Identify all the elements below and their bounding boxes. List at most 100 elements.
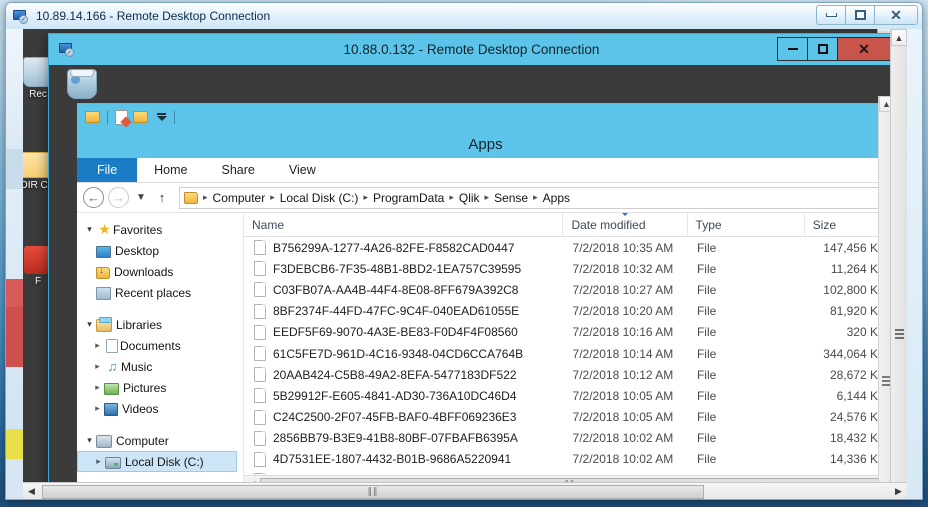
file-list[interactable]: B756299A-1277-4A26-82FE-F8582CAD0447 7/2/…	[244, 237, 894, 492]
scrollbar-grip-icon[interactable]	[895, 329, 904, 341]
computer-icon	[96, 434, 112, 448]
table-row[interactable]: 20AAB424-C5B8-49A2-8EFA-5477183DF522 7/2/…	[244, 364, 894, 385]
new-folder-icon[interactable]	[133, 111, 148, 123]
tab-file[interactable]: File	[77, 158, 138, 182]
table-row[interactable]: EEDF5F69-9070-4A3E-BE83-F0D4F4F08560 7/2/…	[244, 322, 894, 343]
table-row[interactable]: B756299A-1277-4A26-82FE-F8582CAD0447 7/2/…	[244, 237, 894, 258]
expand-twisty-icon[interactable]: ▸	[91, 403, 104, 414]
sidebar-item-pictures[interactable]: ▸ Pictures	[77, 377, 243, 398]
sidebar-item-music[interactable]: ▸ ♫ Music	[77, 356, 243, 377]
table-row[interactable]: C03FB07A-AA4B-44F4-8E08-8FF679A392C8 7/2/…	[244, 279, 894, 300]
breadcrumb-item-local-disk[interactable]: Local Disk (C:)	[277, 191, 362, 205]
breadcrumb[interactable]: ▸ Computer ▸ Local Disk (C:) ▸ ProgramDa…	[179, 186, 888, 209]
file-icon	[254, 282, 266, 298]
file-date-modified: 7/2/2018 10:05 AM	[572, 388, 674, 403]
folder-icon[interactable]	[85, 111, 100, 123]
scroll-up-arrow-icon[interactable]: ▲	[891, 29, 907, 46]
chevron-down-icon[interactable]	[156, 113, 167, 121]
disk-icon	[105, 456, 121, 469]
expand-twisty-icon[interactable]: ▸	[91, 382, 104, 393]
sidebar-item-favorites[interactable]: ▾ ★ Favorites	[77, 219, 243, 240]
tab-view[interactable]: View	[272, 158, 333, 182]
sidebar-item-downloads[interactable]: Downloads	[77, 261, 243, 282]
breadcrumb-item-qlik[interactable]: Qlik	[456, 191, 483, 205]
file-date-modified: 7/2/2018 10:02 AM	[572, 431, 674, 446]
outer-remote-desktop-window[interactable]: ✓ 10.89.14.166 - Remote Desktop Connecti…	[5, 2, 923, 500]
host-desktop-sliver	[6, 29, 23, 499]
inner-remote-session-canvas[interactable]: Apps File Home Share View ← → ▼ ↑ ▸ Comp…	[49, 65, 894, 494]
column-header-type[interactable]: Type	[688, 213, 805, 236]
table-row[interactable]: 5B29912F-E605-4841-AD30-736A10DC46D4 7/2/…	[244, 385, 894, 406]
scrollbar-track[interactable]: ∥∥	[40, 484, 890, 499]
file-list-pane[interactable]: Name Date modified Type Size B756299A-12…	[244, 213, 894, 492]
sidebar-item-label: Libraries	[116, 317, 163, 332]
expand-twisty-icon[interactable]: ▾	[83, 319, 96, 330]
back-arrow-icon[interactable]: ←	[83, 187, 104, 208]
sidebar-item-local-disk[interactable]: ▸ Local Disk (C:)	[77, 451, 237, 472]
breadcrumb-item-programdata[interactable]: ProgramData	[370, 191, 447, 205]
column-header-row[interactable]: Name Date modified Type Size	[244, 213, 894, 237]
file-type: File	[696, 410, 717, 425]
sidebar-item-libraries[interactable]: ▾ Libraries	[77, 314, 243, 335]
file-name: C24C2500-2F07-45FB-BAF0-4BFF069236E3	[273, 410, 517, 425]
scrollbar-grip-icon: ∥∥	[367, 486, 379, 496]
inner-close-button[interactable]: ✕	[837, 37, 891, 61]
expand-twisty-icon[interactable]: ▸	[91, 340, 104, 351]
breadcrumb-item-computer[interactable]: Computer	[210, 191, 269, 205]
sidebar-item-recent-places[interactable]: Recent places	[77, 282, 243, 303]
table-row[interactable]: C24C2500-2F07-45FB-BAF0-4BFF069236E3 7/2/…	[244, 407, 894, 428]
expand-twisty-icon[interactable]: ▸	[92, 456, 105, 467]
navigation-pane[interactable]: ▾ ★ Favorites Desktop ↓ Downloads Recent…	[77, 213, 244, 492]
breadcrumb-item-apps[interactable]: Apps	[540, 191, 573, 205]
remote-recycle-bin[interactable]	[59, 69, 105, 99]
expand-twisty-icon[interactable]: ▾	[83, 435, 96, 446]
outer-window-titlebar[interactable]: ✓ 10.89.14.166 - Remote Desktop Connecti…	[6, 3, 922, 29]
file-icon	[254, 388, 266, 404]
outer-session-horizontal-scrollbar[interactable]: ◀ ∥∥ ▶	[23, 482, 907, 499]
table-row[interactable]: 4D7531EE-1807-4432-B01B-9686A5220941 7/2/…	[244, 449, 894, 470]
expand-twisty-icon[interactable]: ▾	[83, 224, 96, 235]
videos-icon	[104, 402, 118, 416]
sidebar-item-computer[interactable]: ▾ Computer	[77, 430, 243, 451]
sidebar-item-videos[interactable]: ▸ Videos	[77, 398, 243, 419]
file-date-modified: 7/2/2018 10:35 AM	[572, 240, 674, 255]
outer-session-vertical-scrollbar[interactable]: ▲	[890, 29, 907, 499]
tab-home[interactable]: Home	[137, 158, 204, 182]
table-row[interactable]: 8BF2374F-44FD-47FC-9C4F-040EAD61055E 7/2/…	[244, 301, 894, 322]
column-header-date-modified[interactable]: Date modified	[563, 213, 688, 236]
scrollbar-thumb[interactable]: ∥∥	[42, 484, 704, 499]
address-bar[interactable]: ← → ▼ ↑ ▸ Computer ▸ Local Disk (C:) ▸ P…	[77, 183, 894, 213]
up-arrow-icon[interactable]: ↑	[153, 190, 171, 205]
file-name: B756299A-1277-4A26-82FE-F8582CAD0447	[273, 240, 515, 255]
table-row[interactable]: 61C5FE7D-961D-4C16-9348-04CD6CCA764B 7/2/…	[244, 343, 894, 364]
outer-remote-session-canvas[interactable]: Rec iDIR Clie F ita n F n F n F n F n F …	[23, 29, 907, 499]
breadcrumb-item-sense[interactable]: Sense	[491, 191, 531, 205]
quick-access-toolbar[interactable]	[77, 104, 894, 130]
outer-maximize-button[interactable]	[845, 5, 875, 25]
inner-remote-desktop-window[interactable]: ✓ 10.88.0.132 - Remote Desktop Connectio…	[48, 33, 895, 495]
file-name: 5B29912F-E605-4841-AD30-736A10DC46D4	[273, 388, 517, 403]
table-row[interactable]: 2856BB79-B3E9-41B8-80BF-07FBAFB6395A 7/2/…	[244, 428, 894, 449]
inner-window-titlebar[interactable]: ✓ 10.88.0.132 - Remote Desktop Connectio…	[49, 34, 894, 65]
file-explorer-window[interactable]: Apps File Home Share View ← → ▼ ↑ ▸ Comp…	[77, 103, 894, 494]
toolbar-divider	[107, 110, 108, 124]
forward-arrow-icon[interactable]: →	[108, 187, 129, 208]
sidebar-item-desktop[interactable]: Desktop	[77, 240, 243, 261]
inner-minimize-button[interactable]	[777, 37, 808, 61]
outer-minimize-button[interactable]	[816, 5, 846, 25]
file-date-modified: 7/2/2018 10:05 AM	[572, 410, 674, 425]
column-header-name[interactable]: Name	[244, 213, 564, 236]
scroll-left-arrow-icon[interactable]: ◀	[23, 486, 40, 497]
tab-share[interactable]: Share	[205, 158, 272, 182]
sidebar-item-documents[interactable]: ▸ Documents	[77, 335, 243, 356]
file-type: File	[696, 304, 717, 319]
table-row[interactable]: F3DEBCB6-7F35-48B1-8BD2-1EA757C39595 7/2/…	[244, 258, 894, 279]
outer-close-button[interactable]: ✕	[874, 5, 918, 25]
ribbon-tab-bar[interactable]: File Home Share View	[77, 158, 894, 183]
chevron-down-icon[interactable]: ▼	[133, 192, 149, 203]
properties-icon[interactable]	[115, 109, 128, 125]
expand-twisty-icon[interactable]: ▸	[91, 361, 104, 372]
inner-maximize-button[interactable]	[807, 37, 838, 61]
scroll-right-arrow-icon[interactable]: ▶	[890, 486, 907, 497]
